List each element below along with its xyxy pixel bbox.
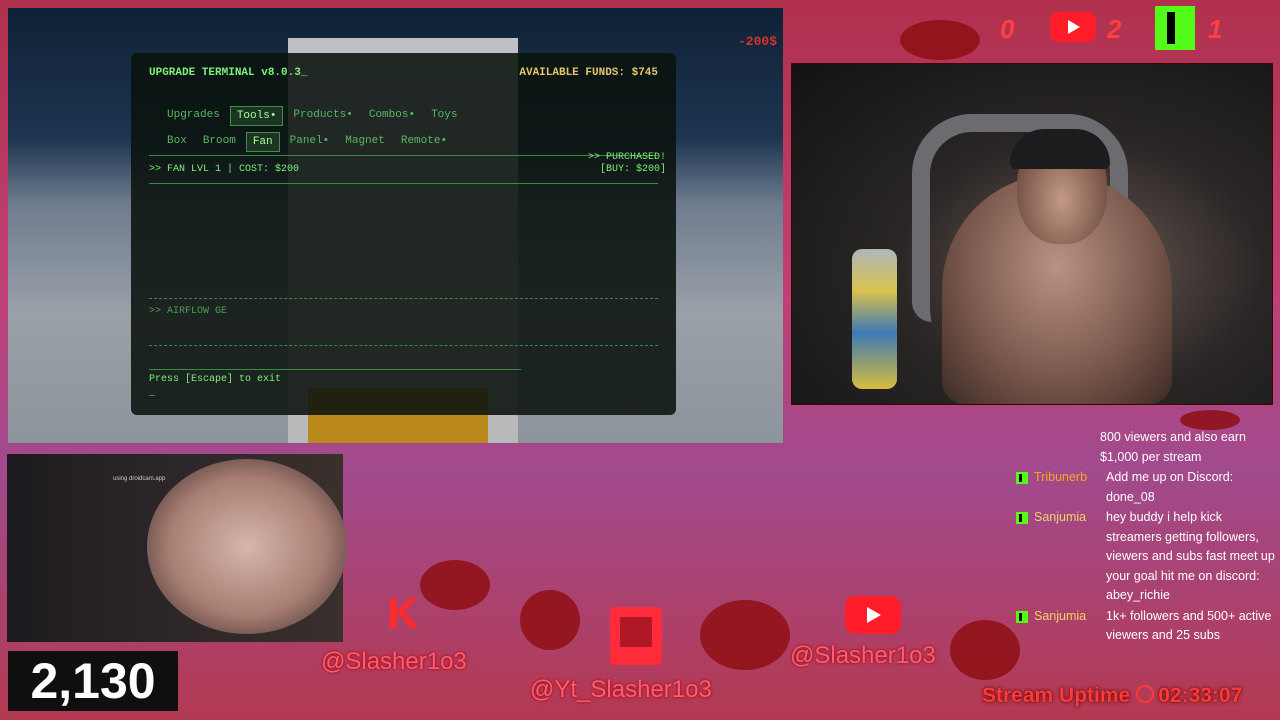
youtube-icon [845,596,901,634]
chat-text: 800 viewers and also earn $1,000 per str… [1100,430,1246,464]
blood-splat [420,560,490,610]
top-counter-1: 0 [1000,14,1015,44]
viewer-count: 2,130 [8,651,178,711]
available-funds: AVAILABLE FUNDS: $745 [519,67,658,79]
buy-button[interactable]: [BUY: $200] [588,164,666,176]
purchased-label: >> PURCHASED! [587,152,666,163]
subcategory-tabs: Box Broom Fan Panel• Magnet Remote• [161,132,453,152]
top-counter-2: 2 [1107,14,1122,44]
top-counter-3: 1 [1208,14,1223,44]
streamer-hat [1010,129,1110,169]
chat-text: hey buddy i help kick streamers getting … [1106,510,1275,602]
secondary-webcam: using droidcam.app [7,454,347,642]
bottle [852,249,897,389]
youtube-icon [1050,12,1096,42]
blood-splat [1180,410,1240,430]
kick-badge-icon [1016,472,1028,484]
face [147,459,347,634]
kick-icon [1155,6,1195,50]
upgrade-terminal: UPGRADE TERMINAL v8.0.3_ AVAILABLE FUNDS… [131,53,676,415]
terminal-title: UPGRADE TERMINAL v8.0.3_ [149,67,308,79]
exit-hint: Press [Escape] to exit [149,374,282,385]
chat-panel: 800 viewers and also earn $1,000 per str… [1008,428,1280,658]
tab-upgrades[interactable]: Upgrades [161,106,226,126]
tab-remote[interactable]: Remote• [395,132,453,152]
twitch-handle: @Yt_Slasher1o3 [530,676,712,703]
tab-panel[interactable]: Panel• [284,132,336,152]
category-tabs: Upgrades Tools• Products• Combos• Toys [161,106,463,126]
youtube-handle: @Slasher1o3 [790,642,936,669]
chat-text: 1k+ followers and 500+ active viewers an… [1106,608,1272,643]
tab-toys[interactable]: Toys [425,106,463,126]
airflow-line: >> AIRFLOW GE [149,306,228,317]
tab-products[interactable]: Products• [287,106,358,126]
divider [149,345,658,346]
uptime-label: Stream Uptime [982,684,1131,707]
chat-username[interactable]: Sanjumia [1034,607,1106,646]
clock-icon [1136,685,1155,703]
kick-handle: @Slasher1o3 [321,648,467,675]
tab-combos[interactable]: Combos• [363,106,421,126]
chat-message: Tribunerb Add me up on Discord: done_08 [1008,468,1280,507]
stream-uptime: Stream Uptime 02:33:07 [982,684,1242,708]
money-float-text: -200$ [738,34,778,49]
item-line: >> FAN LVL 1 | COST: $200 [149,164,300,175]
chat-message: Sanjumia 1k+ followers and 500+ active vi… [1008,607,1280,646]
input-cursor[interactable]: _ [149,388,155,399]
chat-text: Add me up on Discord: done_08 [1106,470,1234,504]
tab-fan[interactable]: Fan [245,132,280,152]
tab-box[interactable]: Box [161,132,193,152]
blood-splat [700,600,790,670]
tab-tools[interactable]: Tools• [229,106,284,126]
kick-badge-icon [1016,512,1028,524]
chat-message: Sanjumia hey buddy i help kick streamers … [1008,508,1280,606]
divider [149,369,521,370]
main-webcam [791,63,1273,405]
chat-message: 800 viewers and also earn $1,000 per str… [1008,428,1280,467]
uptime-time: 02:33:07 [1158,684,1243,707]
tab-broom[interactable]: Broom [197,132,242,152]
kick-icon: K [387,589,419,638]
chat-username[interactable]: Sanjumia [1034,508,1106,606]
chat-username[interactable]: Tribunerb [1034,468,1106,507]
divider [149,298,658,299]
twitch-icon [610,607,662,665]
blood-splat [900,20,980,60]
purchase-status[interactable]: >> PURCHASED! [BUY: $200] [588,152,666,176]
tab-magnet[interactable]: Magnet [339,132,391,152]
divider [149,155,658,156]
blood-splat [520,590,580,650]
divider [149,183,658,184]
droidcam-overlay: using droidcam.app [113,476,166,482]
kick-badge-icon [1016,610,1028,623]
game-view: -200$ UPGRADE TERMINAL v8.0.3_ AVAILABLE… [8,8,783,443]
